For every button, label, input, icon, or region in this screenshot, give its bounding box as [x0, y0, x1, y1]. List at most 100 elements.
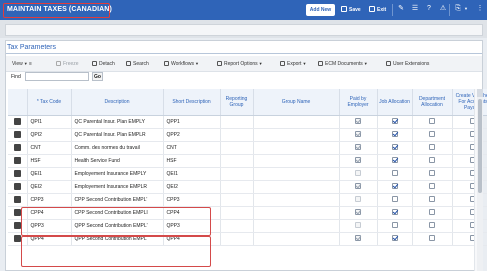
column-header[interactable]: Paid by Employer: [339, 89, 378, 116]
short-description-cell: QPP1: [163, 115, 221, 129]
column-header[interactable]: Group Name: [253, 89, 340, 116]
detach-button[interactable]: Detach: [92, 61, 115, 67]
edit-icon[interactable]: [13, 195, 21, 203]
help-icon[interactable]: ?: [425, 5, 433, 13]
department-allocation-checkbox[interactable]: [429, 209, 435, 215]
department-allocation-cell: [412, 206, 453, 220]
alert-icon[interactable]: ⚠: [439, 5, 447, 13]
department-allocation-checkbox[interactable]: [429, 196, 435, 202]
freeze-button[interactable]: Freeze: [56, 61, 79, 67]
job-allocation-checkbox[interactable]: [391, 196, 398, 202]
job-allocation-checkbox[interactable]: [391, 235, 398, 241]
edit-cell[interactable]: [8, 219, 28, 233]
table-row[interactable]: CPP4 CPP Second Contribution EMPLI CPP4: [8, 206, 487, 220]
table-row[interactable]: QPI2 QC Parental Insur. Plan EMPLR QPP2: [8, 128, 487, 142]
table-row[interactable]: CPP3 CPP Second Contribution EMPL' CPP3: [8, 193, 487, 207]
table-row[interactable]: CNT Comm. des normes du travail CNT: [8, 141, 487, 155]
find-input[interactable]: [25, 72, 89, 81]
edit-icon[interactable]: [13, 143, 21, 151]
export-button[interactable]: Export▼: [280, 61, 306, 67]
table-row[interactable]: QPP4 QPP Second Contribution EMPL QPP4: [8, 232, 487, 246]
short-description: CPP4: [166, 209, 180, 216]
tax-code: QPI2: [30, 131, 42, 138]
table-row[interactable]: QPI1 QC Parental Insur. Plan EMPLY QPP1: [8, 115, 487, 129]
search-button[interactable]: Search: [126, 61, 149, 67]
job-allocation-checkbox[interactable]: [391, 222, 398, 228]
job-allocation-checkbox[interactable]: [391, 209, 398, 215]
column-header[interactable]: Short Description: [163, 89, 221, 116]
column-header[interactable]: Job Allocation: [377, 89, 413, 116]
group-name-cell: [253, 154, 340, 168]
department-allocation-checkbox[interactable]: [429, 118, 435, 124]
edit-cell[interactable]: [8, 154, 28, 168]
paid-by-employer-checkbox: [355, 209, 361, 215]
report-options-button[interactable]: Report Options▼: [217, 61, 263, 67]
view-menu[interactable]: View▼: [12, 61, 28, 67]
edit-cell[interactable]: [8, 180, 28, 194]
group-name-cell: [253, 115, 340, 129]
table-row[interactable]: QPP3 QPP Second Contribution EMPL' QPP3: [8, 219, 487, 233]
description: QC Parental Insur. Plan EMPLY: [74, 118, 146, 125]
exit-button[interactable]: Exit: [369, 6, 386, 13]
edit-icon[interactable]: [13, 234, 21, 242]
column-header[interactable]: * Tax Code: [27, 89, 72, 116]
scrollbar-thumb[interactable]: [478, 99, 482, 193]
edit-cell[interactable]: [8, 232, 28, 246]
notes-icon[interactable]: ✎: [397, 5, 405, 13]
paid-by-employer-cell: [339, 232, 378, 246]
department-allocation-checkbox[interactable]: [429, 183, 435, 189]
edit-icon[interactable]: [13, 156, 21, 164]
edit-icon[interactable]: [13, 221, 21, 229]
department-allocation-checkbox[interactable]: [429, 157, 435, 163]
reporting-group-cell: [220, 141, 254, 155]
go-button[interactable]: Go: [92, 72, 103, 81]
job-allocation-checkbox[interactable]: [391, 144, 398, 150]
documents-icon: [318, 61, 323, 66]
department-allocation-checkbox[interactable]: [429, 170, 435, 176]
edit-icon[interactable]: [13, 117, 21, 125]
job-allocation-checkbox[interactable]: [391, 118, 398, 124]
export-icon: [280, 61, 285, 66]
export-page-icon[interactable]: ⎘: [454, 5, 462, 13]
edit-icon[interactable]: [13, 208, 21, 216]
edit-cell[interactable]: [8, 128, 28, 142]
edit-cell[interactable]: [8, 141, 28, 155]
department-allocation-checkbox[interactable]: [429, 235, 435, 241]
job-allocation-checkbox[interactable]: [391, 131, 398, 137]
department-allocation-checkbox[interactable]: [429, 131, 435, 137]
table-row[interactable]: HSF Health Service Fund HSF: [8, 154, 487, 168]
edit-icon[interactable]: [13, 130, 21, 138]
detach-label: Detach: [99, 61, 115, 67]
chevron-down-icon[interactable]: ▼: [462, 5, 470, 13]
favorites-icon[interactable]: ☰: [411, 5, 419, 13]
job-allocation-cell: [377, 193, 413, 207]
column-header[interactable]: Reporting Group: [220, 89, 254, 116]
edit-cell[interactable]: [8, 206, 28, 220]
short-description-cell: QEI1: [163, 167, 221, 181]
user-extensions-button[interactable]: User Extensions: [386, 61, 429, 67]
job-allocation-checkbox[interactable]: [391, 157, 398, 163]
table-row[interactable]: QEI1 Employement Insurance EMPLY QEI1: [8, 167, 487, 181]
workflows-button[interactable]: Workflows▼: [164, 61, 199, 67]
department-allocation-checkbox[interactable]: [429, 222, 435, 228]
table-row[interactable]: QEI2 Employement Insurance EMPLR QEI2: [8, 180, 487, 194]
job-allocation-checkbox[interactable]: [391, 170, 398, 176]
report-icon: [217, 61, 222, 66]
more-icon[interactable]: ⋮: [476, 5, 484, 13]
edit-cell[interactable]: [8, 167, 28, 181]
column-header[interactable]: Department Allocation: [412, 89, 453, 116]
edit-icon[interactable]: [13, 169, 21, 177]
department-allocation-cell: [412, 167, 453, 181]
column-header[interactable]: Description: [71, 89, 164, 116]
save-button[interactable]: Save: [341, 6, 361, 13]
add-new-button[interactable]: Add New: [306, 4, 335, 16]
edit-cell[interactable]: [8, 193, 28, 207]
rows-icon[interactable]: ≡: [29, 61, 32, 67]
ecm-documents-button[interactable]: ECM Documents▼: [318, 61, 368, 67]
grid-header-row: * Tax Code Description Short Description…: [8, 89, 487, 116]
short-description: CNT: [166, 144, 177, 151]
edit-cell[interactable]: [8, 115, 28, 129]
edit-icon[interactable]: [13, 182, 21, 190]
job-allocation-checkbox[interactable]: [391, 183, 398, 189]
department-allocation-checkbox[interactable]: [429, 144, 435, 150]
